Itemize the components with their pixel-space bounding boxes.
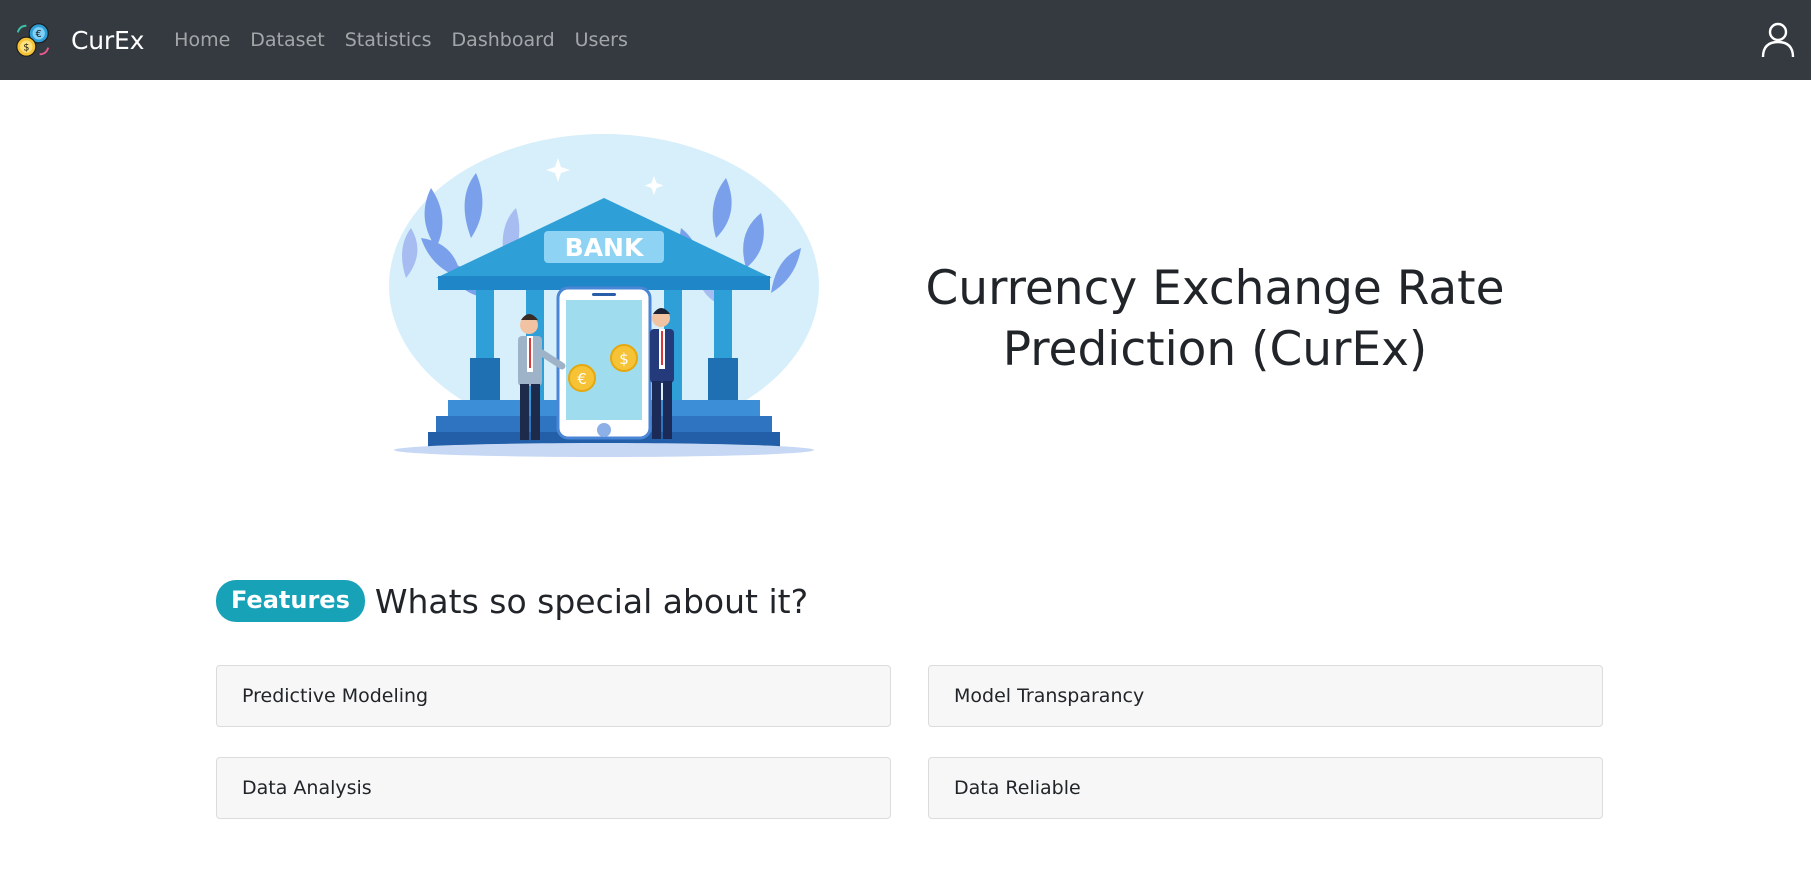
feature-card-model-transparancy: Model Transparancy xyxy=(928,665,1603,727)
feature-card-predictive-modeling: Predictive Modeling xyxy=(216,665,891,727)
feature-card-data-reliable: Data Reliable xyxy=(928,757,1603,819)
nav-home[interactable]: Home xyxy=(164,29,240,51)
features-heading: Features Whats so special about it? xyxy=(216,580,808,622)
svg-text:$: $ xyxy=(23,42,29,53)
currency-exchange-logo-icon: € $ xyxy=(16,23,50,57)
feature-card-data-analysis: Data Analysis xyxy=(216,757,891,819)
svg-text:€: € xyxy=(577,370,587,388)
page-title-line1: Currency Exchange Rate xyxy=(925,261,1505,316)
brand-name: CurEx xyxy=(71,25,145,55)
svg-text:$: $ xyxy=(619,350,629,368)
nav-dataset[interactable]: Dataset xyxy=(240,29,334,51)
nav-statistics[interactable]: Statistics xyxy=(335,29,442,51)
nav-dashboard[interactable]: Dashboard xyxy=(442,29,565,51)
nav-users[interactable]: Users xyxy=(565,29,638,51)
svg-text:€: € xyxy=(36,29,42,40)
bank-illustration: BANK € $ xyxy=(389,134,819,457)
user-icon[interactable] xyxy=(1761,22,1795,58)
features-heading-text: Whats so special about it? xyxy=(374,581,809,621)
main-nav: Home Dataset Statistics Dashboard Users xyxy=(164,29,638,51)
page-title-line2: Prediction (CurEx) xyxy=(1002,322,1428,377)
bank-sign-text: BANK xyxy=(565,233,645,262)
page-title: Currency Exchange Rate Prediction (CurEx… xyxy=(880,258,1550,380)
features-badge: Features xyxy=(216,580,365,622)
navbar: € $ CurEx Home Dataset Statistics Dashbo… xyxy=(0,0,1811,80)
brand[interactable]: € $ CurEx xyxy=(14,21,144,59)
